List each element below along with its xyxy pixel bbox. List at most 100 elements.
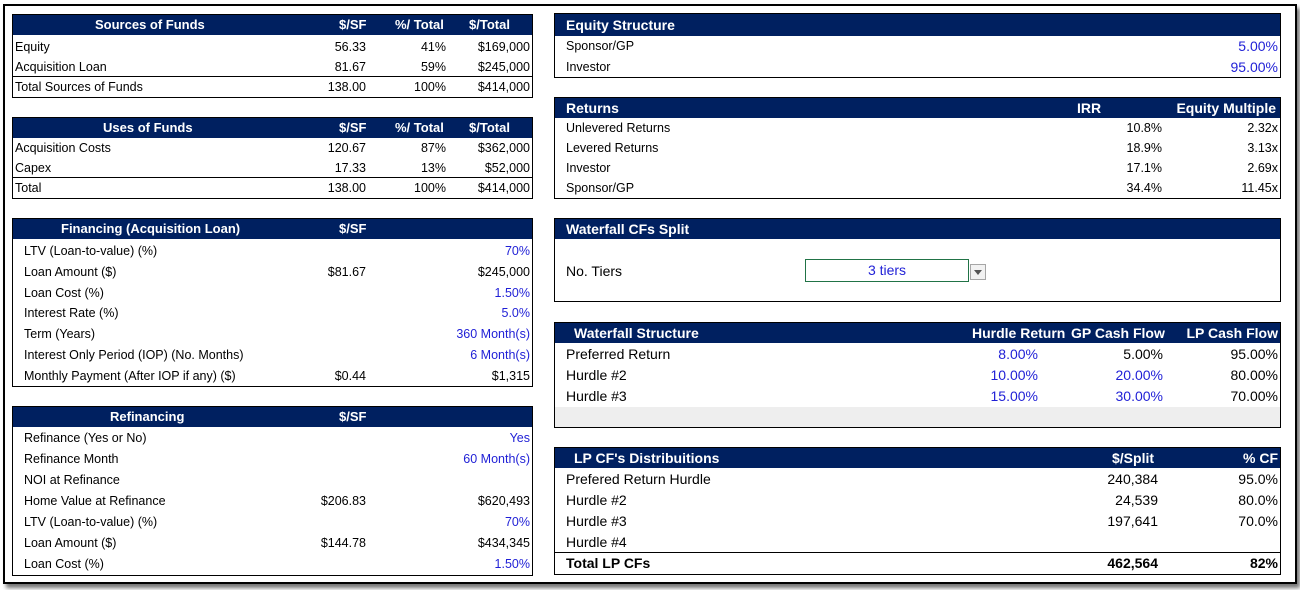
equity-row[interactable]: Investor 95.00% xyxy=(555,57,1280,77)
tiers-dropdown-value[interactable]: 3 tiers xyxy=(868,262,906,278)
cell-label[interactable]: Levered Returns xyxy=(566,138,658,158)
cell-total[interactable]: $52,000 xyxy=(485,158,530,178)
refinancing-row[interactable]: Home Value at Refinance $206.83 $620,493 xyxy=(13,491,532,511)
cell-pct[interactable]: 82% xyxy=(1250,553,1278,573)
cell-sf[interactable]: $0.44 xyxy=(335,366,366,386)
cell-label[interactable]: Total Sources of Funds xyxy=(15,77,143,97)
uses-row[interactable]: Capex 17.33 13% $52,000 xyxy=(13,158,532,178)
cell-pct[interactable]: 70.0% xyxy=(1238,511,1278,531)
sources-row[interactable]: Equity 56.33 41% $169,000 xyxy=(13,37,532,57)
cell-sf[interactable]: 17.33 xyxy=(335,158,366,178)
cell-label[interactable]: Interest Only Period (IOP) (No. Months) xyxy=(24,345,244,365)
cell-label[interactable]: Hurdle #2 xyxy=(566,490,627,510)
cell-value[interactable]: 70% xyxy=(505,241,530,261)
cell-label[interactable]: Unlevered Returns xyxy=(566,118,670,138)
cell-sf[interactable]: 56.33 xyxy=(335,37,366,57)
cell-label[interactable]: Equity xyxy=(15,37,50,57)
cell-hurdle[interactable]: 8.00% xyxy=(998,344,1038,364)
cell-value[interactable]: 360 Month(s) xyxy=(456,324,530,344)
cell-split[interactable]: 462,564 xyxy=(1107,553,1158,573)
cell-value[interactable]: 5.00% xyxy=(1238,36,1278,56)
waterfall-row[interactable]: Hurdle #3 15.00% 30.00% 70.00% xyxy=(555,386,1280,406)
cell-value[interactable]: $434,345 xyxy=(478,533,530,553)
chevron-down-icon[interactable] xyxy=(970,264,986,280)
cell-hurdle[interactable]: 10.00% xyxy=(991,365,1038,385)
lp-row[interactable]: Hurdle #2 24,539 80.0% xyxy=(555,490,1280,510)
cell-value[interactable]: 70% xyxy=(505,512,530,532)
cell-label[interactable]: Hurdle #4 xyxy=(566,532,627,552)
uses-row[interactable]: Acquisition Costs 120.67 87% $362,000 xyxy=(13,138,532,158)
cell-label[interactable]: Interest Rate (%) xyxy=(24,303,118,323)
cell-split[interactable]: 24,539 xyxy=(1115,490,1158,510)
financing-row[interactable]: LTV (Loan-to-value) (%) 70% xyxy=(13,241,532,261)
cell-value[interactable]: $245,000 xyxy=(478,262,530,282)
refinancing-row[interactable]: Refinance (Yes or No) Yes xyxy=(13,428,532,448)
cell-irr[interactable]: 10.8% xyxy=(1127,118,1162,138)
returns-row[interactable]: Investor 17.1% 2.69x xyxy=(555,158,1280,178)
cell-lp[interactable]: 70.00% xyxy=(1231,386,1278,406)
cell-label[interactable]: Home Value at Refinance xyxy=(24,491,166,511)
uses-total-row[interactable]: Total 138.00 100% $414,000 xyxy=(13,177,532,198)
cell-label[interactable]: Investor xyxy=(566,57,610,77)
cell-em[interactable]: 2.69x xyxy=(1247,158,1278,178)
cell-pct[interactable]: 59% xyxy=(421,57,446,77)
refinancing-row[interactable]: Refinance Month 60 Month(s) xyxy=(13,449,532,469)
lp-row[interactable]: Hurdle #3 197,641 70.0% xyxy=(555,511,1280,531)
equity-row[interactable]: Sponsor/GP 5.00% xyxy=(555,36,1280,56)
waterfall-row[interactable]: Hurdle #2 10.00% 20.00% 80.00% xyxy=(555,365,1280,385)
cell-value[interactable]: 5.0% xyxy=(502,303,531,323)
cell-lp[interactable]: 80.00% xyxy=(1231,365,1278,385)
cell-label[interactable]: Sponsor/GP xyxy=(566,178,634,198)
cell-pct[interactable]: 100% xyxy=(414,178,446,198)
cell-label[interactable]: Refinance Month xyxy=(24,449,119,469)
cell-sf[interactable]: $144.78 xyxy=(321,533,366,553)
lp-row[interactable]: Hurdle #4 xyxy=(555,532,1280,552)
cell-value[interactable]: $1,315 xyxy=(492,366,530,386)
cell-value[interactable]: Yes xyxy=(510,428,530,448)
cell-irr[interactable]: 17.1% xyxy=(1127,158,1162,178)
tiers-dropdown[interactable]: 3 tiers xyxy=(805,259,969,282)
refinancing-row[interactable]: LTV (Loan-to-value) (%) 70% xyxy=(13,512,532,532)
cell-label[interactable]: LTV (Loan-to-value) (%) xyxy=(24,241,157,261)
financing-row[interactable]: Loan Cost (%) 1.50% xyxy=(13,283,532,303)
sources-total-row[interactable]: Total Sources of Funds 138.00 100% $414,… xyxy=(13,76,532,97)
cell-value[interactable]: 1.50% xyxy=(495,283,530,303)
cell-label[interactable]: Monthly Payment (After IOP if any) ($) xyxy=(24,366,236,386)
cell-pct[interactable]: 100% xyxy=(414,77,446,97)
cell-pct[interactable]: 80.0% xyxy=(1238,490,1278,510)
cell-label[interactable]: Refinance (Yes or No) xyxy=(24,428,147,448)
cell-value[interactable]: 60 Month(s) xyxy=(463,449,530,469)
waterfall-row[interactable]: Preferred Return 8.00% 5.00% 95.00% xyxy=(555,344,1280,364)
cell-irr[interactable]: 18.9% xyxy=(1127,138,1162,158)
cell-pct[interactable]: 95.0% xyxy=(1238,469,1278,489)
cell-pct[interactable]: 13% xyxy=(421,158,446,178)
cell-irr[interactable]: 34.4% xyxy=(1127,178,1162,198)
cell-label[interactable]: Total xyxy=(15,178,41,198)
lp-row[interactable]: Prefered Return Hurdle 240,384 95.0% xyxy=(555,469,1280,489)
cell-label[interactable]: Sponsor/GP xyxy=(566,36,634,56)
cell-label[interactable]: Acquisition Loan xyxy=(15,57,107,77)
cell-label[interactable]: Capex xyxy=(15,158,51,178)
financing-row[interactable]: Monthly Payment (After IOP if any) ($) $… xyxy=(13,366,532,386)
cell-label[interactable]: Loan Cost (%) xyxy=(24,283,104,303)
cell-sf[interactable]: 138.00 xyxy=(328,77,366,97)
cell-lp[interactable]: 95.00% xyxy=(1231,344,1278,364)
cell-gp[interactable]: 20.00% xyxy=(1116,365,1163,385)
returns-row[interactable]: Unlevered Returns 10.8% 2.32x xyxy=(555,118,1280,138)
financing-row[interactable]: Term (Years) 360 Month(s) xyxy=(13,324,532,344)
cell-label[interactable]: LTV (Loan-to-value) (%) xyxy=(24,512,157,532)
cell-label[interactable]: Investor xyxy=(566,158,610,178)
cell-value[interactable]: 1.50% xyxy=(495,554,530,574)
cell-split[interactable]: 197,641 xyxy=(1107,511,1158,531)
cell-label[interactable]: NOI at Refinance xyxy=(24,470,120,490)
financing-row[interactable]: Interest Rate (%) 5.0% xyxy=(13,303,532,323)
cell-sf[interactable]: 81.67 xyxy=(335,57,366,77)
financing-row[interactable]: Loan Amount ($) $81.67 $245,000 xyxy=(13,262,532,282)
cell-value[interactable]: $620,493 xyxy=(478,491,530,511)
financing-row[interactable]: Interest Only Period (IOP) (No. Months) … xyxy=(13,345,532,365)
cell-label[interactable]: Loan Amount ($) xyxy=(24,533,116,553)
cell-em[interactable]: 2.32x xyxy=(1247,118,1278,138)
cell-label[interactable]: Total LP CFs xyxy=(566,553,650,573)
refinancing-row[interactable]: NOI at Refinance xyxy=(13,470,532,490)
cell-gp[interactable]: 30.00% xyxy=(1116,386,1163,406)
